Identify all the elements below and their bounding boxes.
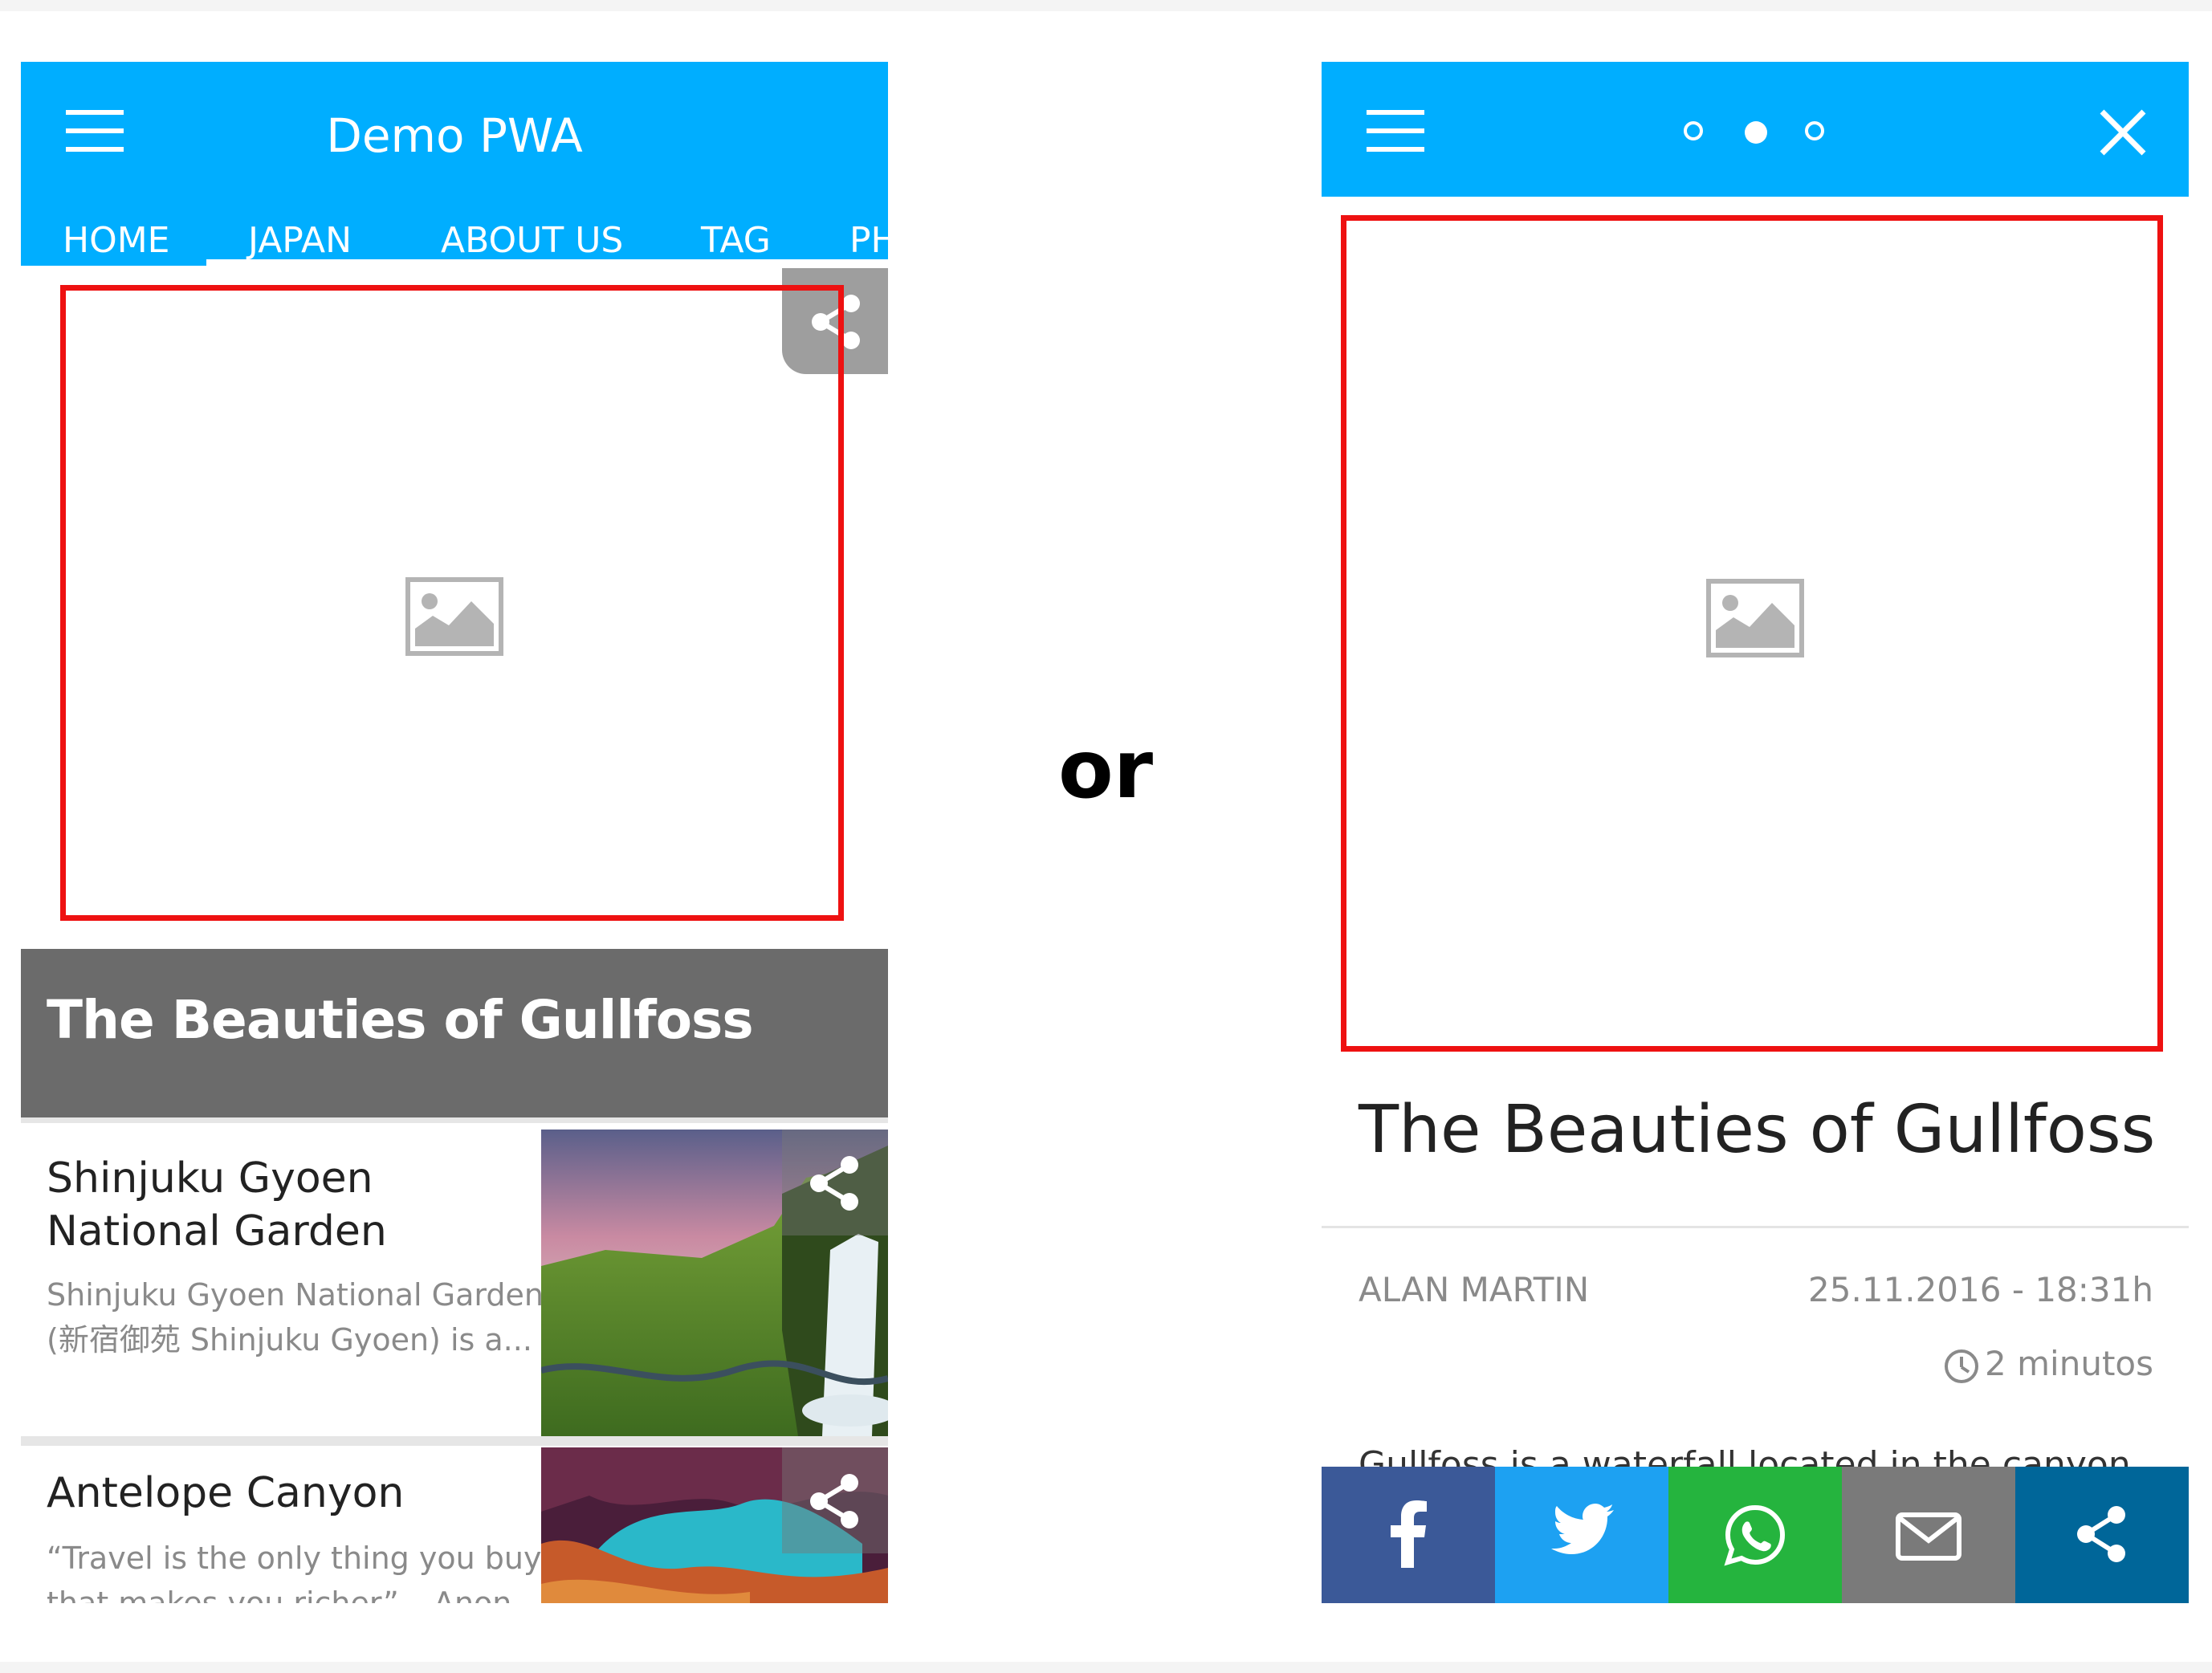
card-separator (21, 1117, 888, 1123)
share-icon[interactable] (809, 1473, 861, 1529)
article-card[interactable]: Shinjuku Gyoen National Garden Shinjuku … (21, 1130, 888, 1436)
close-icon[interactable] (2099, 108, 2147, 157)
top-band (0, 0, 2212, 11)
or-separator-text: or (1058, 723, 1154, 816)
whatsapp-icon (1724, 1504, 1786, 1566)
pager-dot-3[interactable] (1805, 121, 1824, 140)
article-title-line1: Antelope Canyon (47, 1469, 405, 1517)
bottom-band (0, 1662, 2212, 1673)
email-share-button[interactable] (1842, 1467, 2015, 1603)
article-thumbnail-canyon[interactable] (541, 1447, 888, 1603)
pager-dot-1[interactable] (1684, 121, 1703, 140)
featured-title-banner[interactable]: The Beauties of Gullfoss (21, 949, 888, 1117)
facebook-icon (1391, 1500, 1427, 1568)
share-bar (1322, 1467, 2189, 1603)
article-desc-line1: Shinjuku Gyoen National Garden (47, 1277, 544, 1313)
article-title-line1: Shinjuku Gyoen (47, 1154, 373, 1203)
title-divider (1322, 1226, 2189, 1228)
article-desc-line2: (新宿御苑 Shinjuku Gyoen) is a... (47, 1322, 532, 1358)
article-title-line2: National Garden (47, 1207, 387, 1256)
author-name: ALAN MARTIN (1359, 1270, 1590, 1309)
facebook-share-button[interactable] (1322, 1467, 1495, 1603)
share-icon[interactable] (809, 1155, 861, 1211)
article-thumbnail-waterfall[interactable] (541, 1130, 888, 1436)
generic-share-button[interactable] (2015, 1467, 2189, 1603)
left-phone-screen: Demo PWA HOME JAPAN ABOUT US TAG PH The … (21, 62, 888, 1603)
article-card[interactable]: Antelope Canyon “Travel is the only thin… (21, 1447, 888, 1603)
highlight-box-right (1341, 215, 2163, 1052)
app-title: Demo PWA (326, 108, 583, 163)
publish-date: 25.11.2016 - 18:31h (1808, 1270, 2153, 1309)
featured-title: The Beauties of Gullfoss (47, 989, 754, 1051)
read-time: 2 minutos (1985, 1344, 2153, 1383)
app-bar: Demo PWA HOME JAPAN ABOUT US TAG PH (21, 62, 888, 266)
highlight-box-left (60, 285, 844, 921)
right-phone-screen: The Beauties of Gullfoss ALAN MARTIN 25.… (1322, 62, 2189, 1603)
article-title: The Beauties of Gullfoss (1359, 1092, 2156, 1168)
hamburger-menu-icon[interactable] (1367, 110, 1424, 152)
app-bar (1322, 62, 2189, 197)
article-desc-line1: “Travel is the only thing you buy (47, 1541, 542, 1576)
whatsapp-share-button[interactable] (1668, 1467, 1842, 1603)
article-desc-line2: that makes you richer” – Anon (47, 1585, 512, 1603)
pager-dot-2-active[interactable] (1745, 121, 1767, 144)
clock-icon (1945, 1349, 1978, 1383)
share-icon (2077, 1506, 2125, 1562)
mail-icon (1896, 1512, 1961, 1561)
active-tab-indicator (206, 259, 888, 266)
twitter-icon (1551, 1504, 1614, 1554)
twitter-share-button[interactable] (1495, 1467, 1668, 1603)
card-separator (21, 1436, 888, 1446)
